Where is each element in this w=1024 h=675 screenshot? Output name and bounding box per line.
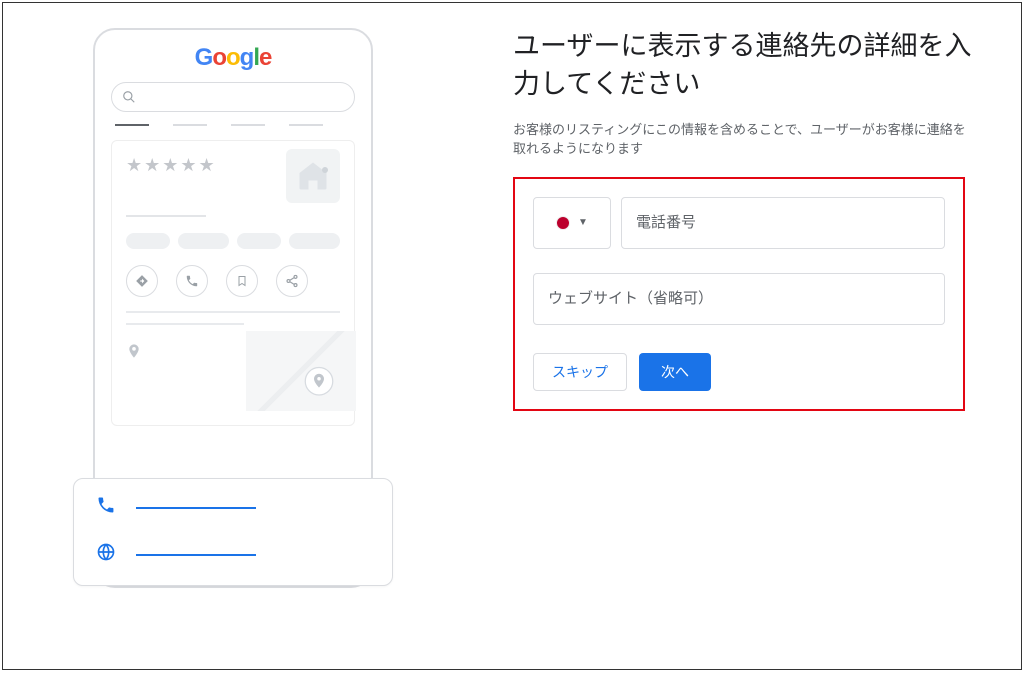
page-heading: ユーザーに表示する連絡先の詳細を入力してください xyxy=(513,28,973,104)
website-input[interactable] xyxy=(533,273,945,325)
map-pin-icon xyxy=(304,366,334,409)
page-subtext: お客様のリスティングにこの情報を含めることで、ユーザーがお客様に連絡を取れるよう… xyxy=(513,120,973,159)
call-icon xyxy=(176,265,208,297)
phone-illustration: Google ★★★★★ xyxy=(93,28,413,588)
chevron-down-icon: ▼ xyxy=(578,217,588,228)
google-logo: Google xyxy=(111,44,355,72)
bookmark-icon xyxy=(226,265,258,297)
form-highlight-frame: ▼ スキップ 次へ xyxy=(513,177,965,411)
directions-icon xyxy=(126,265,158,297)
phone-number-input[interactable] xyxy=(621,197,945,249)
globe-icon xyxy=(96,542,116,567)
country-code-select[interactable]: ▼ xyxy=(533,197,611,249)
contact-popup-illustration xyxy=(73,478,393,586)
flag-jp-icon xyxy=(556,216,570,230)
skip-button[interactable]: スキップ xyxy=(533,353,627,391)
share-icon xyxy=(276,265,308,297)
illustration-search-bar xyxy=(111,82,355,112)
next-button[interactable]: 次へ xyxy=(639,353,711,391)
location-pin-icon xyxy=(126,341,142,366)
phone-icon xyxy=(96,495,116,520)
